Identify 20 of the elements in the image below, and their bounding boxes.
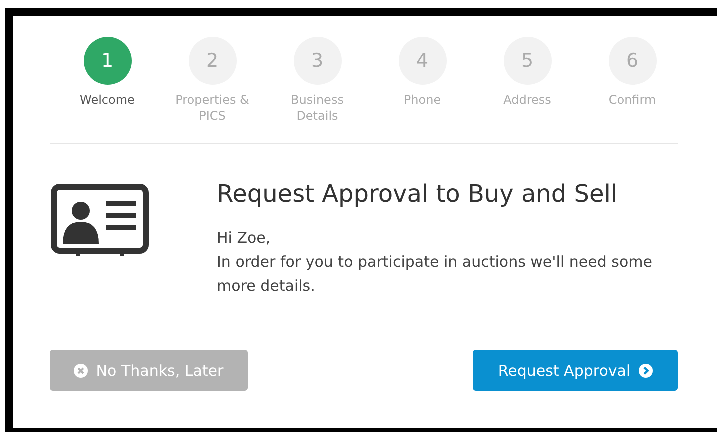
step-label: Confirm xyxy=(608,92,658,108)
dialog-title: Request Approval to Buy and Sell xyxy=(217,180,619,208)
step-number[interactable]: 2 xyxy=(188,37,236,85)
step-label: Address xyxy=(502,92,552,108)
step-label: Welcome xyxy=(79,92,136,108)
close-icon xyxy=(74,364,88,378)
request-approval-button[interactable]: Request Approval xyxy=(473,350,678,391)
step-number[interactable]: 3 xyxy=(294,37,342,85)
step-label: Phone xyxy=(402,92,442,108)
greeting-text: Hi Zoe, xyxy=(217,228,272,249)
step-number[interactable]: 4 xyxy=(398,37,446,85)
id-card-icon xyxy=(51,184,149,258)
message-text: In order for you to participate in auctions we'll need some more details. xyxy=(217,252,654,297)
step-label: Properties & PICS xyxy=(174,92,250,124)
chevron-right-icon xyxy=(638,364,653,378)
step-label: Business Details xyxy=(290,92,345,124)
step-number[interactable]: 1 xyxy=(84,37,132,85)
step-number[interactable]: 6 xyxy=(608,37,656,85)
later-button[interactable]: No Thanks, Later xyxy=(50,350,248,391)
step-number[interactable]: 5 xyxy=(504,37,552,85)
